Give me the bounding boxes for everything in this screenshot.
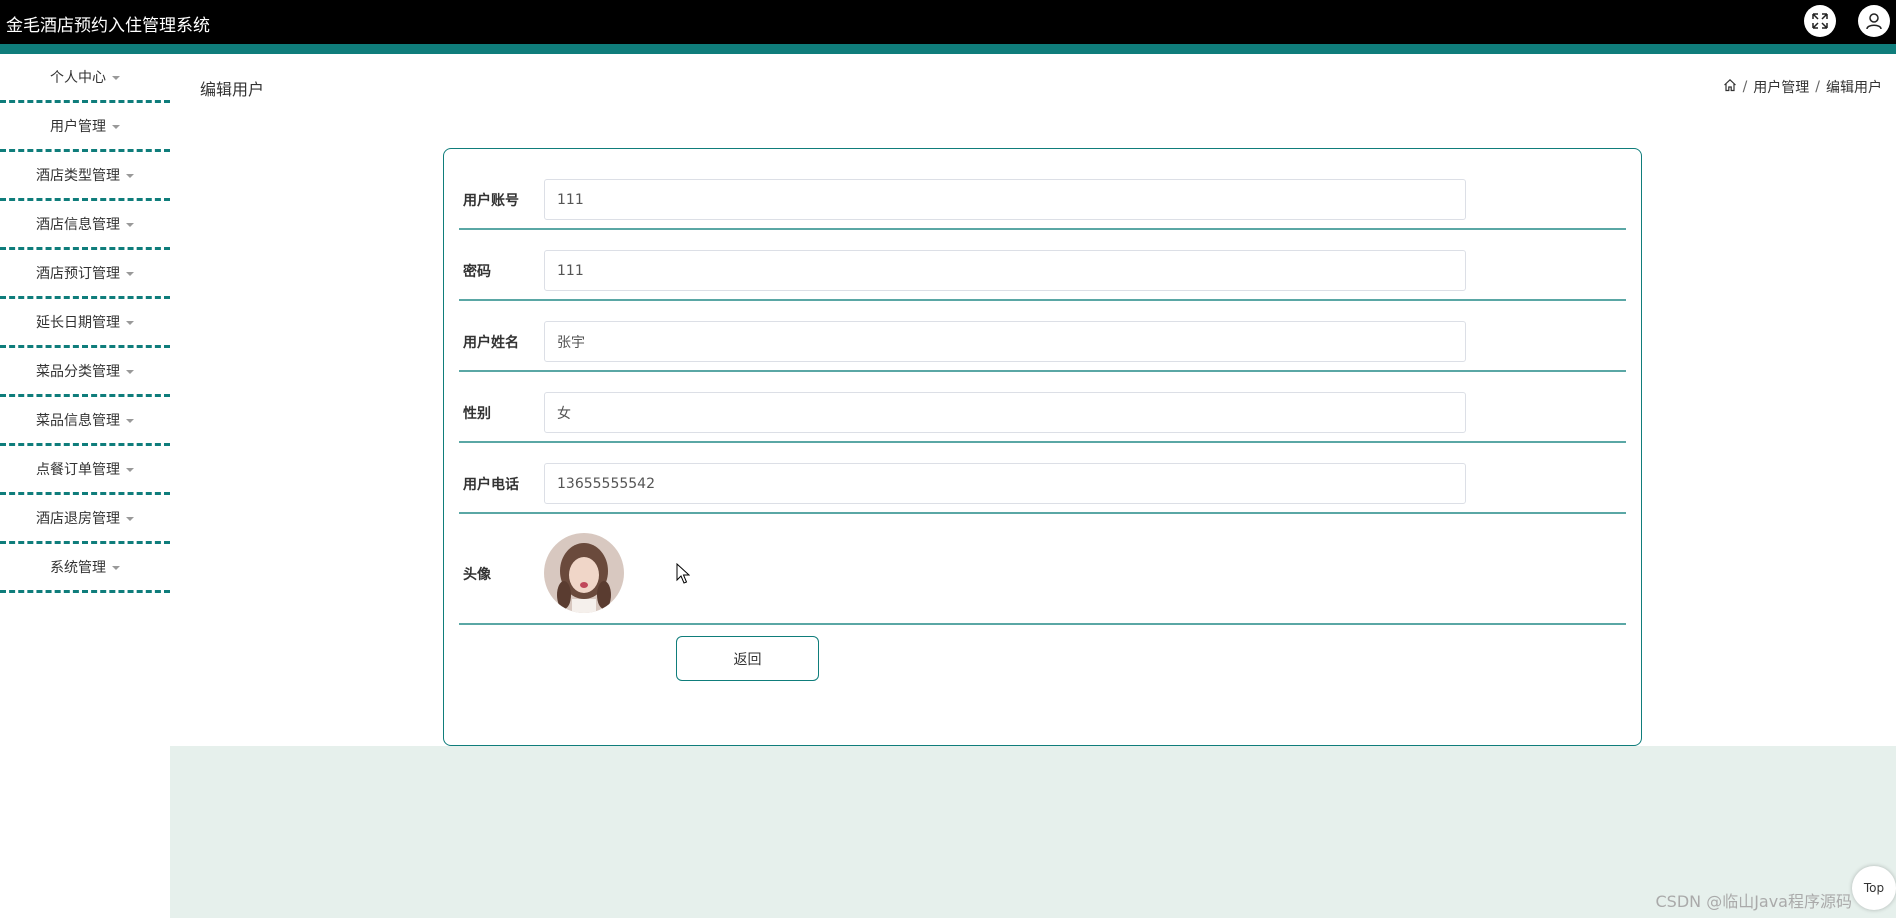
sidebar-item-dish-info-management[interactable]: 菜品信息管理 [0, 397, 170, 446]
breadcrumb: / 用户管理 / 编辑用户 [1723, 77, 1882, 97]
caret-down-icon [126, 321, 134, 325]
sidebar-item-label: 用户管理 [50, 119, 106, 135]
sidebar-menu: 个人中心 用户管理 酒店类型管理 酒店信息管理 酒店预订管理 延长日期管理 菜品… [0, 54, 170, 593]
caret-down-icon [126, 223, 134, 227]
name-label: 用户姓名 [463, 335, 519, 351]
form-row-name: 用户姓名 [459, 301, 1626, 372]
sidebar-item-dish-category-management[interactable]: 菜品分类管理 [0, 348, 170, 397]
csdn-watermark: CSDN @临山Java程序源码 [1655, 892, 1852, 911]
header-accent-strip [0, 44, 1896, 54]
fullscreen-icon [1812, 13, 1828, 29]
caret-down-icon [112, 566, 120, 570]
name-input[interactable] [544, 321, 1466, 362]
gender-label: 性别 [463, 406, 491, 422]
home-icon[interactable] [1723, 78, 1737, 96]
form-row-avatar: 头像 [459, 514, 1626, 625]
sidebar-item-system-management[interactable]: 系统管理 [0, 544, 170, 593]
caret-down-icon [126, 419, 134, 423]
sidebar-item-extension-date-management[interactable]: 延长日期管理 [0, 299, 170, 348]
breadcrumb-separator: / [1815, 79, 1820, 95]
sidebar-item-label: 系统管理 [50, 560, 106, 576]
form-row-account: 用户账号 [459, 149, 1626, 230]
sidebar-item-hotel-info-management[interactable]: 酒店信息管理 [0, 201, 170, 250]
mouse-cursor-icon [676, 563, 690, 584]
password-label: 密码 [463, 264, 491, 280]
breadcrumb-edit-user: 编辑用户 [1826, 80, 1882, 96]
sidebar-item-label: 酒店退房管理 [36, 511, 120, 527]
page-title: 编辑用户 [200, 80, 265, 99]
back-to-top-button[interactable]: Top [1852, 866, 1896, 910]
phone-label: 用户电话 [463, 477, 519, 493]
caret-down-icon [126, 272, 134, 276]
page-bottom-background [170, 746, 1896, 918]
breadcrumb-user-management[interactable]: 用户管理 [1753, 77, 1809, 97]
edit-user-form: 用户账号 密码 用户姓名 性别 用户电话 头像 返回 [443, 148, 1642, 746]
form-row-gender: 性别 [459, 372, 1626, 443]
app-title: 金毛酒店预约入住管理系统 [6, 16, 210, 36]
sidebar-item-checkout-management[interactable]: 酒店退房管理 [0, 495, 170, 544]
sidebar-item-personal-center[interactable]: 个人中心 [0, 54, 170, 103]
caret-down-icon [112, 76, 120, 80]
sidebar-item-user-management[interactable]: 用户管理 [0, 103, 170, 152]
account-label: 用户账号 [463, 193, 519, 209]
top-header-bar: 金毛酒店预约入住管理系统 [0, 0, 1896, 44]
avatar-image[interactable] [544, 533, 624, 613]
form-row-password: 密码 [459, 230, 1626, 301]
caret-down-icon [126, 517, 134, 521]
sidebar-item-hotel-type-management[interactable]: 酒店类型管理 [0, 152, 170, 201]
sidebar-item-label: 菜品分类管理 [36, 364, 120, 380]
sidebar-item-label: 酒店信息管理 [36, 217, 120, 233]
caret-down-icon [126, 174, 134, 178]
phone-input[interactable] [544, 463, 1466, 504]
sidebar-item-label: 菜品信息管理 [36, 413, 120, 429]
user-icon [1866, 13, 1882, 30]
user-avatar-button[interactable] [1858, 5, 1890, 37]
password-input[interactable] [544, 250, 1466, 291]
sidebar-item-label: 酒店预订管理 [36, 266, 120, 282]
breadcrumb-separator: / [1742, 79, 1748, 95]
caret-down-icon [126, 468, 134, 472]
sidebar-item-label: 个人中心 [50, 70, 106, 86]
avatar-label: 头像 [463, 567, 491, 583]
sidebar-item-label: 点餐订单管理 [36, 462, 120, 478]
sidebar-item-hotel-booking-management[interactable]: 酒店预订管理 [0, 250, 170, 299]
sidebar-item-label: 酒店类型管理 [36, 168, 120, 184]
gender-input[interactable] [544, 392, 1466, 433]
account-input[interactable] [544, 179, 1466, 220]
caret-down-icon [112, 125, 120, 129]
fullscreen-button[interactable] [1804, 5, 1836, 37]
back-button[interactable]: 返回 [676, 636, 819, 681]
caret-down-icon [126, 370, 134, 374]
sidebar-item-label: 延长日期管理 [36, 315, 120, 331]
form-row-phone: 用户电话 [459, 443, 1626, 514]
sidebar-item-meal-order-management[interactable]: 点餐订单管理 [0, 446, 170, 495]
